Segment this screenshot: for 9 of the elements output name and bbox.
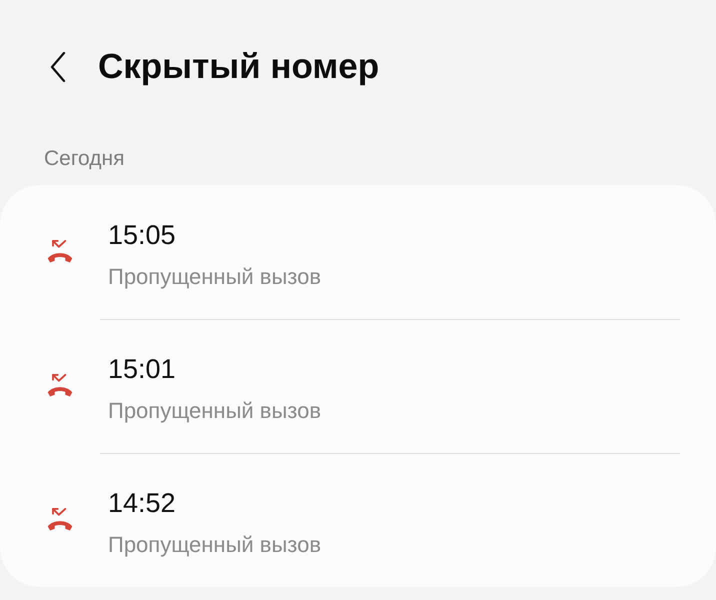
section-label: Сегодня <box>44 146 124 172</box>
call-time: 15:01 <box>108 354 176 384</box>
call-status: Пропущенный вызов <box>108 264 322 290</box>
back-icon <box>50 52 66 82</box>
call-time: 15:05 <box>108 220 176 250</box>
page-title: Скрытый номер <box>98 47 380 87</box>
call-status: Пропущенный вызов <box>108 532 322 558</box>
call-time: 14:52 <box>108 488 176 518</box>
call-status: Пропущенный вызов <box>108 398 322 424</box>
